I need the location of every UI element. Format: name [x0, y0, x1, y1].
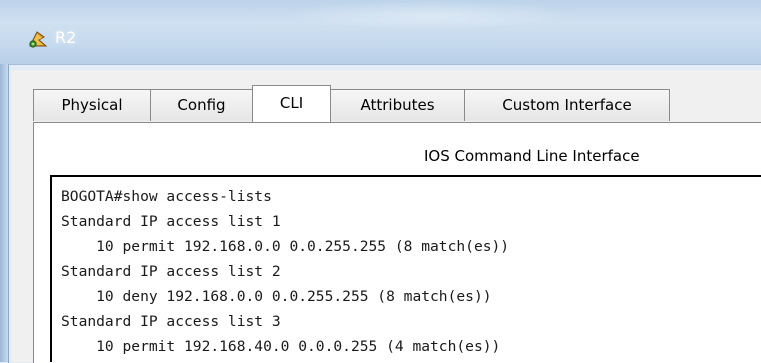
terminal-line: 10 permit 192.168.40.0 0.0.0.255 (4 matc… [61, 338, 501, 355]
tab-custom-interface[interactable]: Custom Interface [464, 89, 670, 121]
terminal-line: Standard IP access list 2 [61, 263, 281, 280]
terminal-line: Standard IP access list 3 [61, 313, 281, 330]
terminal-line: 10 permit 192.168.0.0 0.0.255.255 (8 mat… [61, 238, 510, 255]
window-titlebar[interactable]: R2 [0, 0, 761, 64]
window-left-edge [0, 64, 8, 362]
tab-physical[interactable]: Physical [33, 89, 151, 121]
router-device-icon [27, 28, 49, 50]
terminal-line: BOGOTA#show access-lists [61, 188, 272, 205]
cli-terminal[interactable]: BOGOTA#show access-lists Standard IP acc… [50, 175, 761, 362]
terminal-output: BOGOTA#show access-lists Standard IP acc… [61, 184, 509, 359]
terminal-line: 10 deny 192.168.0.0 0.0.255.255 (8 match… [61, 288, 492, 305]
terminal-line: Standard IP access list 1 [61, 213, 281, 230]
tab-config[interactable]: Config [150, 89, 253, 121]
cli-heading: IOS Command Line Interface [424, 147, 640, 165]
tab-cli[interactable]: CLI [252, 85, 331, 122]
window-title: R2 [55, 28, 77, 47]
tab-attributes[interactable]: Attributes [330, 89, 465, 121]
